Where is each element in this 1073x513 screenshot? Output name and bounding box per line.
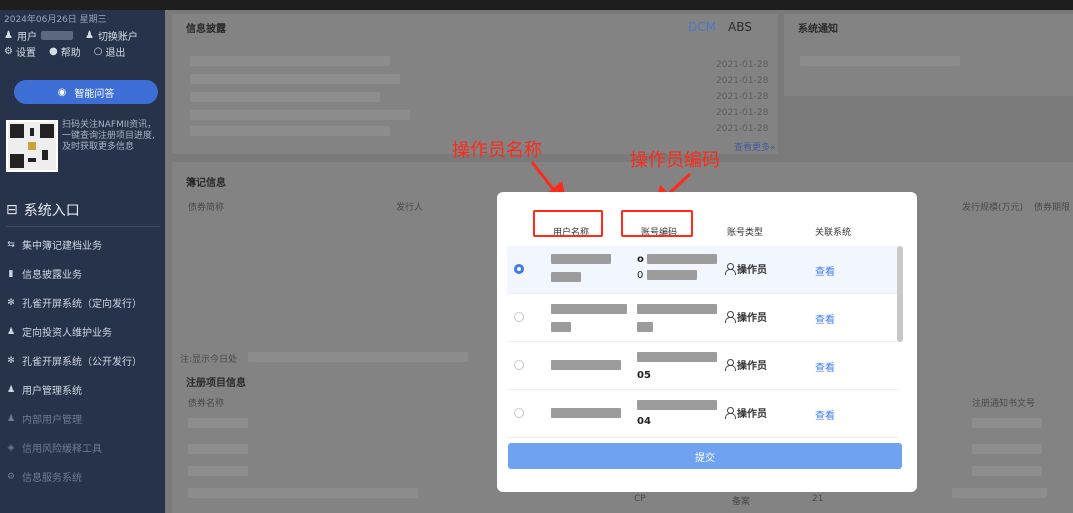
- account-row[interactable]: 04 操作员 查看: [507, 390, 899, 438]
- radio-unselected[interactable]: [514, 408, 524, 418]
- username-redacted: [551, 322, 571, 332]
- account-select-modal: 用户名称 账号编码 账号类型 关联系统 o 0 操作员 查看 操作员 查看 05…: [497, 192, 917, 492]
- username-redacted: [551, 408, 621, 418]
- username-redacted: [551, 272, 581, 282]
- account-type: 操作员: [725, 357, 767, 372]
- usercode-redacted: [637, 400, 717, 410]
- view-link[interactable]: 查看: [815, 407, 835, 422]
- usercode-sub: 04: [637, 416, 651, 427]
- person-icon: [725, 311, 736, 323]
- account-row[interactable]: o 0 操作员 查看: [507, 246, 899, 294]
- account-type: 操作员: [725, 261, 767, 276]
- view-link[interactable]: 查看: [815, 359, 835, 374]
- person-icon: [725, 407, 736, 419]
- username-redacted: [551, 254, 611, 264]
- view-link[interactable]: 查看: [815, 263, 835, 278]
- radio-selected[interactable]: [514, 264, 524, 274]
- person-icon: [725, 263, 736, 275]
- header-account-type: 账号类型: [727, 228, 764, 238]
- usercode-redacted: [647, 270, 697, 280]
- usercode-redacted: [637, 304, 717, 314]
- username-redacted: [551, 304, 627, 314]
- usercode-text: o: [637, 254, 644, 265]
- username-redacted: [551, 360, 621, 370]
- view-link[interactable]: 查看: [815, 311, 835, 326]
- account-type: 操作员: [725, 405, 767, 420]
- usercode-sub: 0: [637, 270, 644, 281]
- submit-button[interactable]: 提交: [508, 443, 902, 469]
- highlight-usercode-header: [621, 210, 693, 237]
- usercode-sub: 05: [637, 370, 651, 381]
- highlight-username-header: [533, 210, 603, 237]
- account-type: 操作员: [725, 309, 767, 324]
- modal-scrollbar[interactable]: [897, 246, 903, 342]
- usercode-redacted: [647, 254, 717, 264]
- account-row[interactable]: 操作员 查看: [507, 294, 899, 342]
- account-row[interactable]: 05 操作员 查看: [507, 342, 899, 390]
- radio-unselected[interactable]: [514, 360, 524, 370]
- radio-unselected[interactable]: [514, 312, 524, 322]
- usercode-redacted: [637, 352, 717, 362]
- usercode-redacted: [637, 322, 653, 332]
- header-linked-system: 关联系统: [815, 228, 852, 238]
- person-icon: [725, 359, 736, 371]
